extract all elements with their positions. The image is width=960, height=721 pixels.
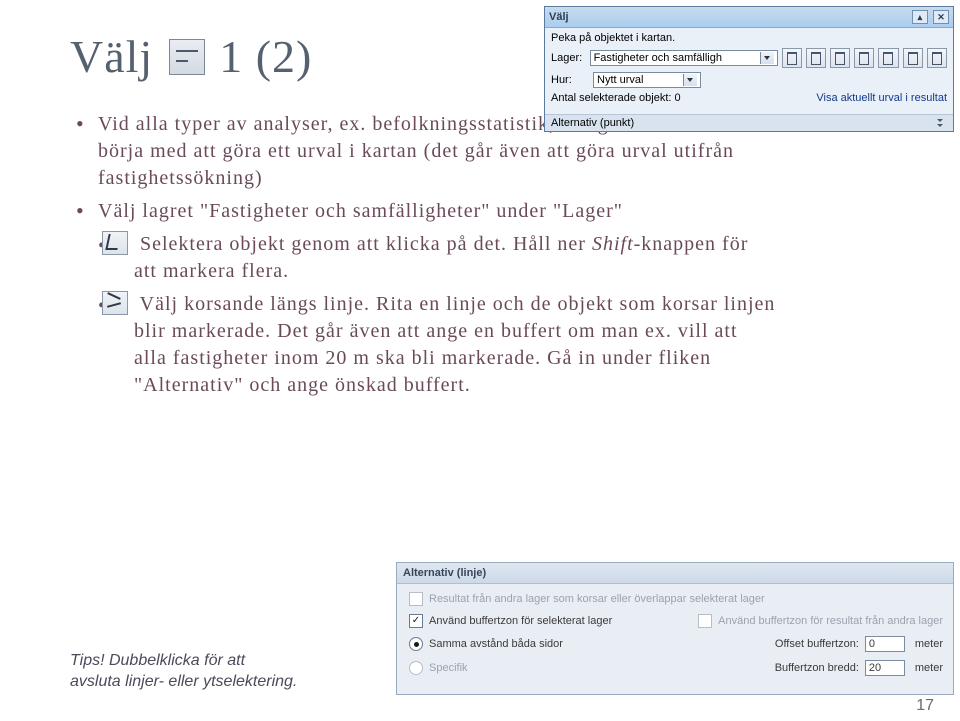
toolbar-action-1[interactable]	[782, 48, 802, 68]
same-distance-label: Samma avstånd båda sidor	[429, 638, 563, 650]
use-buffer-checkbox[interactable]: ✓	[409, 614, 423, 628]
toolbar-action-2[interactable]	[806, 48, 826, 68]
specific-label: Specifik	[429, 662, 468, 674]
title-word-1: Välj	[70, 30, 153, 83]
toolbar-action-4[interactable]	[854, 48, 874, 68]
hur-label: Hur:	[551, 74, 589, 86]
bullet-2: Välj lagret "Fastigheter och samfällighe…	[76, 198, 776, 399]
bullet-list: Vid alla typer av analyser, ex. befolkni…	[76, 111, 776, 399]
tips-text: Dubbelklicka för att avsluta linjer- ell…	[70, 652, 297, 691]
dropdown-arrow-icon	[683, 74, 697, 86]
lager-value: Fastigheter och samfälligh	[594, 52, 722, 64]
select-toolbar-window: Välj ▴ ✕ Peka på objektet i kartan. Lage…	[544, 6, 954, 132]
sub-bullet-1: Selektera objekt genom att klicka på det…	[98, 231, 776, 285]
minimize-button[interactable]: ▴	[912, 10, 928, 24]
point-select-icon	[102, 231, 128, 255]
bullet-2-text: Välj lagret "Fastigheter och samfällighe…	[98, 200, 623, 222]
overlap-checkbox[interactable]	[409, 592, 423, 606]
toolbar-footer[interactable]: Alternativ (punkt)	[545, 114, 953, 131]
show-result-link[interactable]: Visa aktuellt urval i resultat	[816, 92, 947, 104]
sub-bullet-1a: Selektera objekt genom att klicka på det…	[140, 233, 592, 255]
hur-value: Nytt urval	[597, 74, 643, 86]
dropdown-arrow-icon	[760, 52, 774, 64]
altpanel-title: Alternativ (linje)	[403, 567, 486, 579]
width-value: 20	[869, 662, 881, 674]
select-tool-icon	[169, 39, 205, 75]
tips-lead: Tips!	[70, 652, 105, 669]
toolbar-footer-label: Alternativ (punkt)	[551, 117, 634, 129]
page-number: 17	[916, 697, 934, 715]
selected-count: Antal selekterade objekt: 0	[551, 92, 681, 104]
toolbar-action-7[interactable]	[927, 48, 947, 68]
offset-value: 0	[869, 638, 875, 650]
result-buffer-label: Använd buffertzon för resultat från andr…	[718, 615, 943, 627]
toolbar-action-6[interactable]	[903, 48, 923, 68]
shift-key: Shift	[592, 233, 634, 255]
title-word-2: 1 (2)	[219, 30, 312, 83]
sub-bullet-2-text: Välj korsande längs linje. Rita en linje…	[134, 293, 775, 396]
altpanel-titlebar: Alternativ (linje)	[397, 563, 953, 584]
expand-chevron-icon	[935, 117, 947, 129]
offset-input[interactable]: 0	[865, 636, 905, 652]
alternativ-panel: Alternativ (linje) Resultat från andra l…	[396, 562, 954, 695]
hur-dropdown[interactable]: Nytt urval	[593, 72, 701, 88]
lager-label: Lager:	[551, 52, 586, 64]
width-input[interactable]: 20	[865, 660, 905, 676]
toolbar-instruction: Peka på objektet i kartan.	[551, 32, 675, 44]
width-label: Buffertzon bredd:	[775, 662, 859, 674]
lager-dropdown[interactable]: Fastigheter och samfälligh	[590, 50, 778, 66]
use-buffer-label: Använd buffertzon för selekterat lager	[429, 615, 612, 627]
offset-label: Offset buffertzon:	[775, 638, 859, 650]
specific-radio[interactable]	[409, 661, 423, 675]
tips-box: Tips! Dubbelklicka för att avsluta linje…	[70, 650, 300, 693]
overlap-label: Resultat från andra lager som korsar ell…	[429, 593, 765, 605]
same-distance-radio[interactable]	[409, 637, 423, 651]
close-button[interactable]: ✕	[933, 10, 949, 24]
line-select-icon	[102, 291, 128, 315]
toolbar-action-5[interactable]	[878, 48, 898, 68]
toolbar-title: Välj	[549, 11, 569, 23]
toolbar-titlebar: Välj ▴ ✕	[545, 7, 953, 28]
result-buffer-checkbox[interactable]	[698, 614, 712, 628]
width-unit: meter	[915, 662, 943, 674]
offset-unit: meter	[915, 638, 943, 650]
toolbar-action-3[interactable]	[830, 48, 850, 68]
sub-bullet-2: Välj korsande längs linje. Rita en linje…	[98, 291, 776, 399]
